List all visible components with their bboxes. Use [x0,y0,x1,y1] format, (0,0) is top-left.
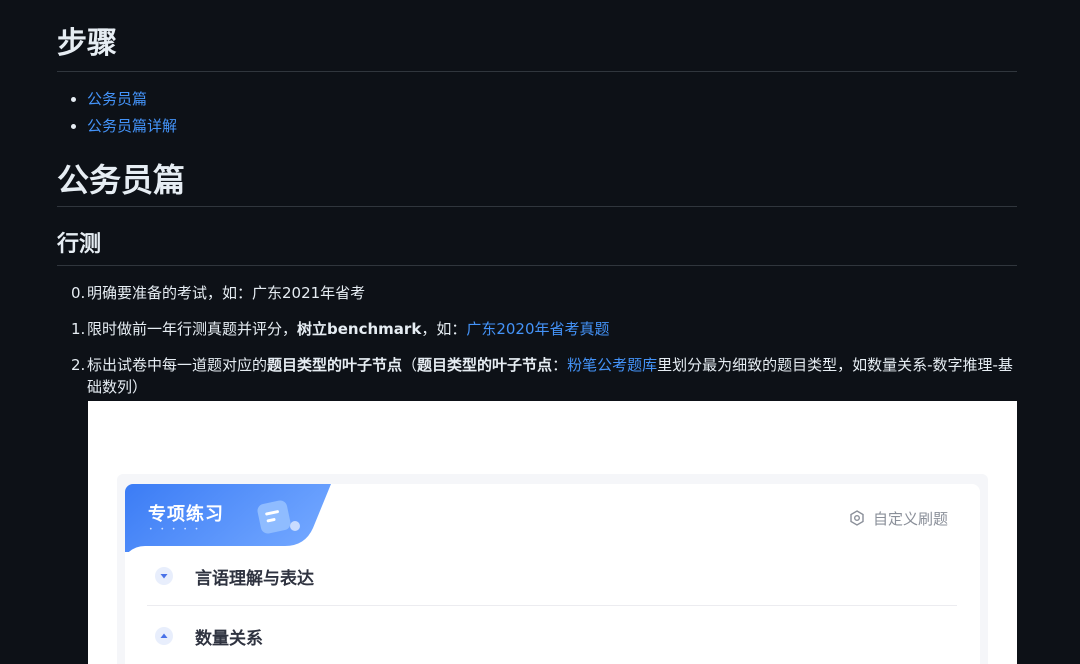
embedded-screenshot: 专项练习 • • • • • 自定义刷题 言语理解与表达 数量关系 [88,401,1017,664]
step-bold: 题目类型的叶子节点 [417,356,553,374]
chevron-up-icon[interactable] [155,627,173,645]
category-row-verbal[interactable]: 言语理解与表达 [147,546,957,606]
toc-link-civil-detail[interactable]: 公务员篇详解 [87,117,177,135]
hexagon-settings-icon [849,510,865,530]
toc-list: 公务员篇 公务员篇详解 [69,86,177,140]
exam-link[interactable]: 广东2020年省考真题 [466,320,609,338]
step-text: 标出试卷中每一道题对应的 [87,356,268,374]
heading-civil: 公务员篇 [57,161,186,199]
toc-link-civil[interactable]: 公务员篇 [87,90,147,108]
heading-steps: 步骤 [57,26,117,61]
list-item: 1. 限时做前一年行测真题并评分，树立benchmark，如：广东2020年省考… [57,318,1017,340]
step-text: ，如： [421,320,467,338]
steps-list: 0. 明确要准备的考试，如：广东2021年省考 1. 限时做前一年行测真题并评分… [57,282,1017,412]
list-item: 2. 标出试卷中每一道题对应的题目类型的叶子节点（题目类型的叶子节点：粉笔公考题… [57,354,1017,398]
step-bold: 题目类型的叶子节点 [267,356,403,374]
category-label: 数量关系 [195,628,263,649]
list-number: 2. [71,356,86,374]
category-row-quantity[interactable]: 数量关系 [147,606,957,664]
chevron-down-icon[interactable] [155,567,173,585]
list-item: 0. 明确要准备的考试，如：广东2021年省考 [57,282,1017,304]
practice-card: 专项练习 • • • • • 自定义刷题 言语理解与表达 数量关系 [125,484,980,664]
card-subtitle-dots: • • • • • [149,526,202,533]
screenshot-panel: 专项练习 • • • • • 自定义刷题 言语理解与表达 数量关系 [117,474,988,664]
toc-item: 公务员篇 [87,86,177,113]
custom-practice-label: 自定义刷题 [872,510,948,528]
list-number: 0. [71,284,86,302]
heading-rule [57,206,1017,207]
question-bank-link[interactable]: 粉笔公考题库 [567,356,657,374]
heading-rule [57,71,1017,72]
card-title: 专项练习 [148,504,224,525]
step-text: 限时做前一年行测真题并评分， [87,320,298,338]
toc-item: 公务员篇详解 [87,113,177,140]
step-text: ： [552,356,568,374]
category-label: 言语理解与表达 [195,568,314,589]
markdown-page: 步骤 公务员篇 公务员篇详解 公务员篇 行测 0. 明确要准备的考试，如：广东2… [0,0,1080,664]
heading-xingce: 行测 [57,232,102,257]
custom-practice-button[interactable]: 自定义刷题 [849,508,948,530]
list-number: 1. [71,320,86,338]
heading-rule [57,265,1017,266]
step-bold: 树立benchmark [297,320,422,338]
step-text: （ [402,356,418,374]
step-text: 明确要准备的考试，如：广东2021年省考 [87,284,366,302]
